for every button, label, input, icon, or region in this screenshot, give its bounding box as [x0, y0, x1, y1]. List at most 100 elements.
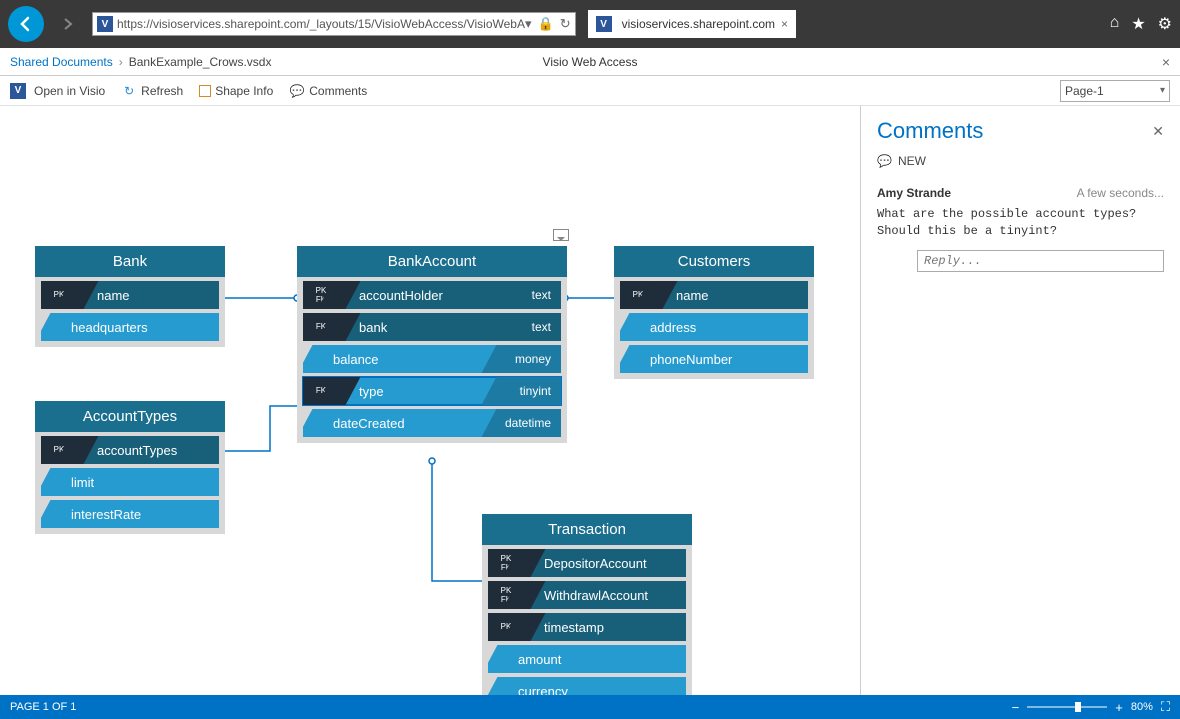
- breadcrumb-file: BankExample_Crows.vsdx: [129, 55, 272, 69]
- reply-input[interactable]: [917, 250, 1164, 272]
- column-name: headquarters: [71, 320, 148, 335]
- column-name: type: [359, 384, 384, 399]
- zoom-in-button[interactable]: +: [1115, 700, 1123, 715]
- comment-icon: 💬: [289, 83, 305, 99]
- visio-favicon-icon: V: [596, 16, 612, 32]
- favorites-icon[interactable]: ★: [1131, 14, 1145, 34]
- column-name: accountTypes: [97, 443, 177, 458]
- fit-to-window-button[interactable]: ⛶: [1161, 699, 1170, 715]
- open-in-visio-button[interactable]: V Open in Visio: [10, 83, 105, 99]
- column-currency[interactable]: currency: [488, 677, 686, 695]
- column-type[interactable]: FKtypetinyint: [303, 377, 561, 405]
- column-name: dateCreated: [333, 416, 405, 431]
- column-name: name: [676, 288, 709, 303]
- new-comment-button[interactable]: 💬 NEW: [877, 154, 1164, 168]
- address-bar[interactable]: V https://visioservices.sharepoint.com/_…: [92, 12, 576, 36]
- column-limit[interactable]: limit: [41, 468, 219, 496]
- column-type: text: [532, 288, 551, 302]
- page-selector[interactable]: Page-1: [1060, 80, 1170, 102]
- column-accounttypes[interactable]: PK accountTypes: [41, 436, 219, 464]
- column-withdrawlaccount[interactable]: PKFK WithdrawlAccount: [488, 581, 686, 609]
- zoom-out-button[interactable]: −: [1012, 700, 1020, 715]
- column-name: DepositorAccount: [544, 556, 647, 571]
- comments-panel-title: Comments: [877, 118, 983, 144]
- column-name: bank: [359, 320, 387, 335]
- visio-favicon-icon: V: [97, 16, 113, 32]
- column-headquarters[interactable]: headquarters: [41, 313, 219, 341]
- address-url: https://visioservices.sharepoint.com/_la…: [117, 17, 525, 31]
- column-name: limit: [71, 475, 94, 490]
- comment-item: Amy StrandeA few seconds...What are the …: [877, 186, 1164, 272]
- zoom-level: 80%: [1131, 701, 1153, 713]
- entity-title: BankAccount: [297, 246, 567, 277]
- column-name[interactable]: PKname: [41, 281, 219, 309]
- entity-bank[interactable]: Bank PKname headquarters: [35, 246, 225, 347]
- entity-title: AccountTypes: [35, 401, 225, 432]
- column-depositoraccount[interactable]: PKFK DepositorAccount: [488, 549, 686, 577]
- key-indicator: PKFK: [488, 581, 524, 609]
- lock-icon: 🔒: [538, 16, 554, 32]
- column-balance[interactable]: balance money: [303, 345, 561, 373]
- breadcrumb-bar: Shared Documents › BankExample_Crows.vsd…: [0, 48, 1180, 76]
- column-name: amount: [518, 652, 561, 667]
- entity-accounttypes[interactable]: AccountTypes PK accountTypes limit interestR…: [35, 401, 225, 534]
- browser-chrome: V https://visioservices.sharepoint.com/_…: [0, 0, 1180, 48]
- column-name: phoneNumber: [650, 352, 732, 367]
- close-panel-icon[interactable]: ✕: [1152, 123, 1164, 140]
- zoom-slider[interactable]: [1027, 706, 1107, 708]
- tab-close-icon[interactable]: ×: [781, 17, 788, 31]
- column-type: money: [515, 352, 551, 366]
- column-name: currency: [518, 684, 568, 696]
- refresh-icon[interactable]: ↻: [560, 16, 571, 32]
- forward-button[interactable]: [50, 6, 86, 42]
- column-name: balance: [333, 352, 379, 367]
- column-interestrate[interactable]: interestRate: [41, 500, 219, 528]
- key-indicator: FK: [303, 377, 339, 405]
- refresh-button[interactable]: ↻ Refresh: [121, 83, 183, 99]
- key-indicator: PKFK: [488, 549, 524, 577]
- entity-title: Bank: [35, 246, 225, 277]
- dropdown-icon[interactable]: ▾: [525, 16, 532, 32]
- comments-button[interactable]: 💬 Comments: [289, 83, 367, 99]
- column-name: timestamp: [544, 620, 604, 635]
- browser-tab[interactable]: V visioservices.sharepoint.com ×: [588, 10, 796, 38]
- toolbar: V Open in Visio ↻ Refresh Shape Info 💬 C…: [0, 76, 1180, 106]
- key-indicator: FK: [303, 313, 339, 341]
- entity-bankaccount[interactable]: BankAccount PKFK accountHolder text FK bank te…: [297, 246, 567, 443]
- column-bank[interactable]: FKbanktext: [303, 313, 561, 341]
- back-button[interactable]: [8, 6, 44, 42]
- app-title: Visio Web Access: [543, 55, 638, 69]
- entity-title: Customers: [614, 246, 814, 277]
- comment-body: What are the possible account types? Sho…: [877, 206, 1164, 240]
- key-indicator: PK: [488, 613, 524, 641]
- shape-info-button[interactable]: Shape Info: [199, 84, 273, 98]
- column-name: WithdrawlAccount: [544, 588, 648, 603]
- comment-indicator-icon[interactable]: [553, 229, 569, 241]
- breadcrumb-root[interactable]: Shared Documents: [10, 55, 113, 69]
- key-indicator: PK: [620, 281, 656, 309]
- comment-author: Amy Strande: [877, 186, 951, 200]
- home-icon[interactable]: ⌂: [1110, 14, 1120, 34]
- column-address[interactable]: address: [620, 313, 808, 341]
- key-indicator: PK: [41, 281, 77, 309]
- column-name: accountHolder: [359, 288, 443, 303]
- key-indicator: PK: [41, 436, 77, 464]
- key-indicator: PKFK: [303, 281, 339, 309]
- settings-gear-icon[interactable]: ⚙: [1158, 14, 1172, 34]
- column-name[interactable]: PK name: [620, 281, 808, 309]
- page-indicator: PAGE 1 OF 1: [10, 701, 76, 713]
- column-timestamp[interactable]: PK timestamp: [488, 613, 686, 641]
- column-name: address: [650, 320, 696, 335]
- diagram-canvas[interactable]: BankPKnameheadquartersBankAccountPKFKacc…: [0, 106, 860, 695]
- entity-customers[interactable]: Customers PK name address phoneNumber: [614, 246, 814, 379]
- shape-info-icon: [199, 85, 211, 97]
- column-amount[interactable]: amount: [488, 645, 686, 673]
- column-datecreated[interactable]: dateCreateddatetime: [303, 409, 561, 437]
- column-phonenumber[interactable]: phoneNumber: [620, 345, 808, 373]
- chevron-right-icon: ›: [119, 55, 123, 69]
- column-accountholder[interactable]: PKFK accountHolder text: [303, 281, 561, 309]
- close-icon[interactable]: ×: [1162, 54, 1170, 70]
- status-bar: PAGE 1 OF 1 − + 80% ⛶: [0, 695, 1180, 719]
- entity-transaction[interactable]: TransactionPKFKDepositorAccountPKFKWithd…: [482, 514, 692, 695]
- column-name: interestRate: [71, 507, 141, 522]
